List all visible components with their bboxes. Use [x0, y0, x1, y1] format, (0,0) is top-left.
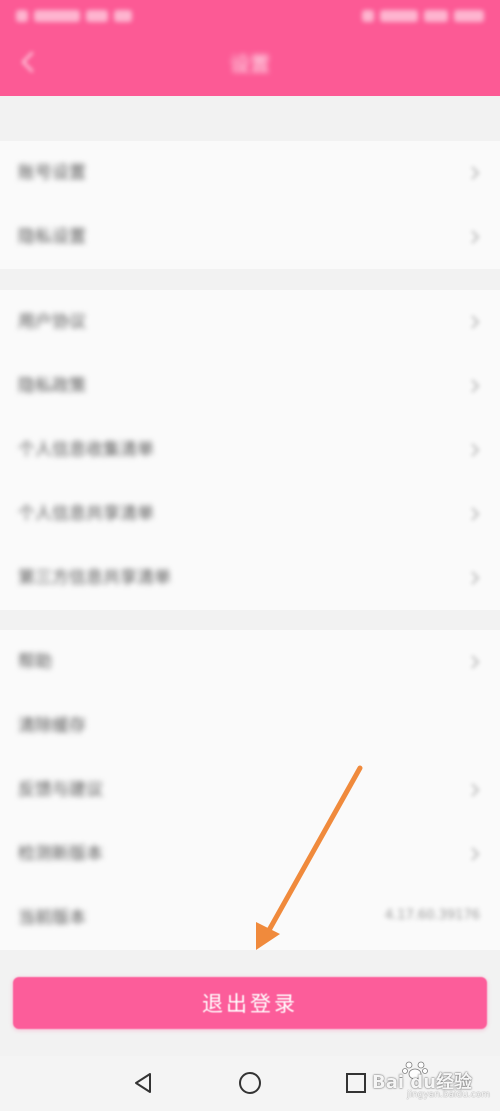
row-label: 隐私政策 [18, 376, 86, 396]
settings-row[interactable]: 帮助 [0, 630, 500, 694]
chevron-right-icon [471, 166, 480, 180]
baidu-jingyan-watermark: Bai du经验 jingyan.baidu.com [372, 1061, 490, 1104]
row-label: 隐私设置 [18, 227, 86, 247]
alarm-icon [362, 10, 374, 22]
wifi-icon [114, 10, 132, 22]
settings-row[interactable]: 隐私政策 [0, 354, 500, 418]
settings-row: 当前版本 4.17.60.39176 [0, 886, 500, 950]
settings-row[interactable]: 反馈与建议 [0, 758, 500, 822]
carrier-info [34, 10, 80, 22]
row-label: 清除缓存 [18, 716, 86, 736]
signal-icon [16, 10, 28, 22]
page-title: 设置 [230, 52, 270, 76]
chevron-right-icon [471, 783, 480, 797]
settings-row[interactable]: 用户协议 [0, 290, 500, 354]
status-icons [380, 10, 418, 22]
settings-row[interactable]: 第三方信息共享清单 [0, 546, 500, 610]
chevron-right-icon [471, 847, 480, 861]
chevron-right-icon [471, 655, 480, 669]
row-label: 反馈与建议 [18, 780, 103, 800]
app-header: 设置 [0, 0, 500, 96]
nav-back-icon[interactable] [130, 1070, 156, 1096]
logout-button[interactable]: 退出登录 [13, 977, 487, 1029]
chevron-right-icon [471, 571, 480, 585]
settings-row[interactable]: 隐私设置 [0, 205, 500, 269]
row-label: 帮助 [18, 652, 52, 672]
watermark-url: jingyan.baidu.com [406, 1090, 490, 1100]
row-label: 第三方信息共享清单 [18, 568, 171, 588]
settings-row[interactable]: 清除缓存 [0, 694, 500, 758]
row-label: 当前版本 [18, 908, 86, 928]
row-label: 账号设置 [18, 163, 86, 183]
nav-recents-icon[interactable] [343, 1070, 369, 1096]
settings-row[interactable]: 检测新版本 [0, 822, 500, 886]
settings-group-general: 帮助 清除缓存 反馈与建议 检测新版本 当前版本 4.17.60.39176 [0, 630, 500, 950]
battery-icon [424, 10, 448, 22]
row-label: 用户协议 [18, 312, 86, 332]
chevron-right-icon [471, 379, 480, 393]
chevron-right-icon [471, 507, 480, 521]
settings-row[interactable]: 账号设置 [0, 141, 500, 205]
settings-row[interactable]: 个人信息收集清单 [0, 418, 500, 482]
settings-group-account: 账号设置 隐私设置 [0, 141, 500, 269]
row-label: 个人信息共享清单 [18, 504, 154, 524]
chevron-right-icon [471, 315, 480, 329]
status-bar [0, 0, 500, 36]
settings-row[interactable]: 个人信息共享清单 [0, 482, 500, 546]
settings-group-legal: 用户协议 隐私政策 个人信息收集清单 个人信息共享清单 第三方信息共享清单 [0, 290, 500, 610]
network-icon [86, 10, 108, 22]
version-value: 4.17.60.39176 [384, 908, 480, 923]
row-label: 检测新版本 [18, 844, 103, 864]
row-label: 个人信息收集清单 [18, 440, 154, 460]
nav-home-icon[interactable] [237, 1070, 263, 1096]
chevron-right-icon [471, 443, 480, 457]
clock [454, 10, 484, 22]
chevron-right-icon [471, 230, 480, 244]
